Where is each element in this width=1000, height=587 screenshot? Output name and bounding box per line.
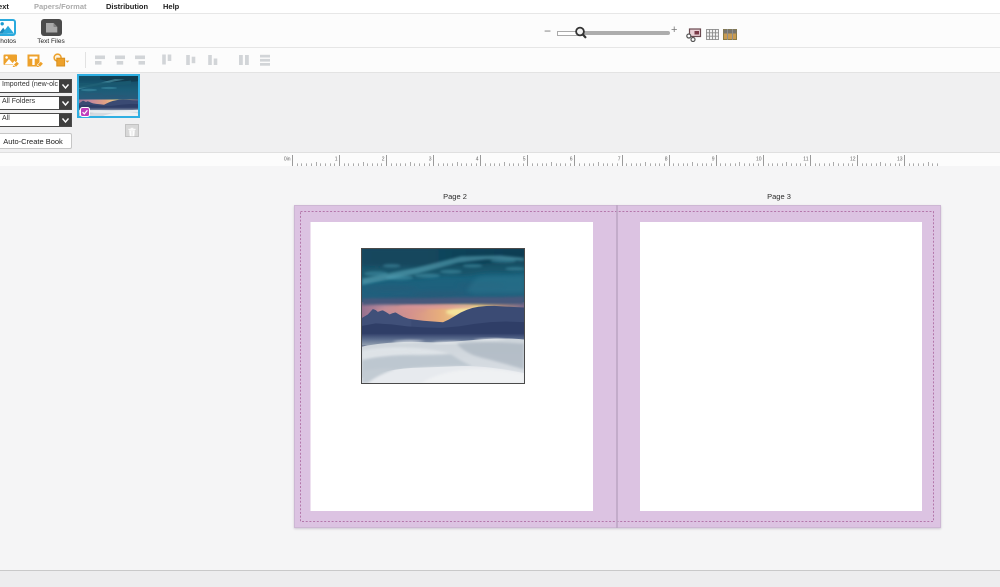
svg-text:7: 7 [618,157,621,163]
svg-text:3: 3 [429,157,432,163]
svg-text:6: 6 [570,157,573,163]
svg-text:11: 11 [803,157,808,163]
svg-text:13: 13 [897,157,903,163]
svg-text:12: 12 [850,157,856,163]
svg-text:9: 9 [712,157,715,163]
svg-text:1: 1 [335,157,338,163]
svg-text:4: 4 [476,157,479,163]
svg-text:0in: 0in [284,157,291,163]
svg-text:5: 5 [523,157,526,163]
svg-text:2: 2 [382,157,385,163]
svg-text:10: 10 [756,157,762,163]
svg-text:8: 8 [665,157,668,163]
